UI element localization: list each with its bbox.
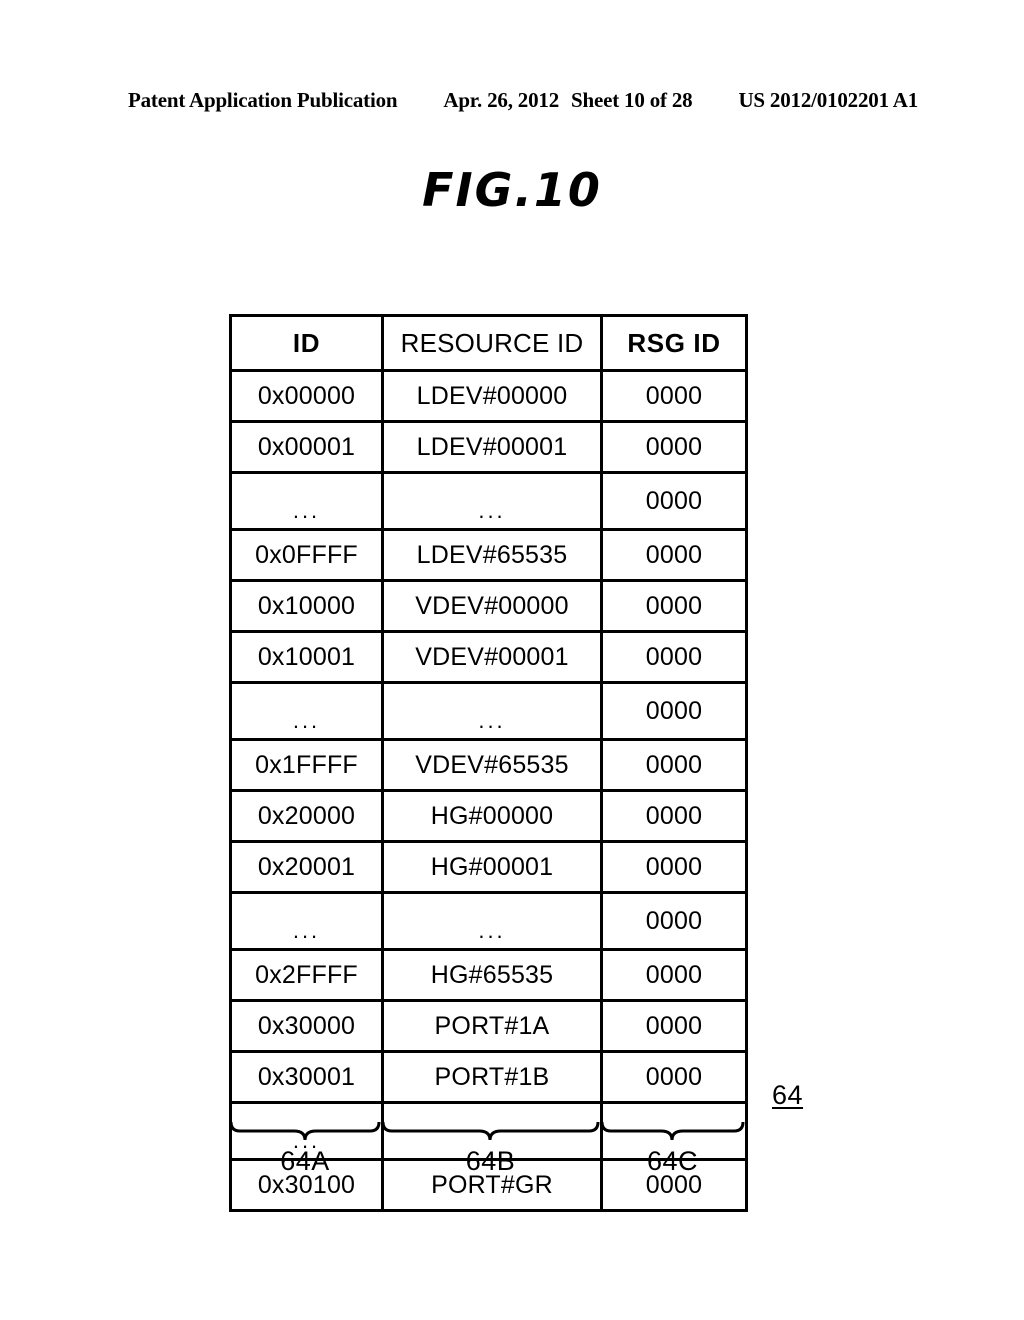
resource-mapping-table: ID RESOURCE ID RSG ID 0x00000 LDEV#00000 0… [229, 314, 748, 1212]
cell-id: ... [229, 471, 384, 531]
table-row: ...... 0000 [229, 471, 748, 531]
cell-resource-id: LDEV#00000 [381, 369, 603, 423]
cell-rsg-id: 0000 [600, 471, 748, 531]
cell-resource-id: HG#65535 [381, 948, 603, 1002]
cell-rsg-id: 0000 [600, 999, 748, 1053]
column-callouts: 64A 64B 64C [229, 1120, 745, 1177]
cell-id: 0x1FFFF [229, 738, 384, 792]
cell-rsg-id: 0000 [600, 738, 748, 792]
table-row: 0x0FFFF LDEV#65535 0000 [229, 528, 748, 582]
table-row: 0x00001 LDEV#00001 0000 [229, 420, 748, 474]
cell-id: 0x10000 [229, 579, 384, 633]
sheet-number: Sheet 10 of 28 [571, 88, 693, 112]
cell-id: 0x20001 [229, 840, 384, 894]
table-row: 0x10000 VDEV#00000 0000 [229, 579, 748, 633]
cell-rsg-id: 0000 [600, 681, 748, 741]
cell-id: ... [229, 681, 384, 741]
cell-resource-id: ... [381, 681, 603, 741]
cell-resource-id: PORT#1A [381, 999, 603, 1053]
cell-rsg-id: 0000 [600, 948, 748, 1002]
cell-id: 0x2FFFF [229, 948, 384, 1002]
cell-rsg-id: 0000 [600, 420, 748, 474]
cell-resource-id: HG#00001 [381, 840, 603, 894]
cell-id: ... [229, 891, 384, 951]
cell-id: 0x00001 [229, 420, 384, 474]
curly-brace-icon [600, 1120, 745, 1142]
page-header: Patent Application Publication Apr. 26, … [128, 88, 918, 113]
cell-resource-id: LDEV#65535 [381, 528, 603, 582]
column-header-resource-id: RESOURCE ID [381, 314, 603, 372]
cell-id: 0x30000 [229, 999, 384, 1053]
table-row: 0x1FFFF VDEV#65535 0000 [229, 738, 748, 792]
cell-rsg-id: 0000 [600, 891, 748, 951]
table-row: 0x10001 VDEV#00001 0000 [229, 630, 748, 684]
callout-group-64a: 64A [229, 1120, 381, 1177]
cell-resource-id: PORT#1B [381, 1050, 603, 1104]
cell-id: 0x20000 [229, 789, 384, 843]
cell-id: 0x10001 [229, 630, 384, 684]
cell-rsg-id: 0000 [600, 789, 748, 843]
column-header-rsg-id: RSG ID [600, 314, 748, 372]
cell-id: 0x0FFFF [229, 528, 384, 582]
cell-resource-id: VDEV#65535 [381, 738, 603, 792]
table-body: 0x00000 LDEV#00000 0000 0x00001 LDEV#00001 00… [229, 369, 748, 1212]
cell-resource-id: VDEV#00001 [381, 630, 603, 684]
cell-rsg-id: 0000 [600, 579, 748, 633]
callout-label-64b: 64B [465, 1146, 516, 1176]
table-header-row: ID RESOURCE ID RSG ID [229, 314, 748, 372]
callout-label-64a: 64A [280, 1146, 330, 1176]
table-row: 0x30000 PORT#1A 0000 [229, 999, 748, 1053]
table-row: ...... 0000 [229, 681, 748, 741]
callout-label-64c: 64C [646, 1146, 699, 1176]
reference-numeral-64: 64 [772, 1080, 804, 1110]
table-row: 0x2FFFF HG#65535 0000 [229, 948, 748, 1002]
patent-number: US 2012/0102201 A1 [738, 88, 919, 112]
publication-label: Patent Application Publication [128, 88, 398, 112]
callout-group-64b: 64B [381, 1120, 600, 1177]
column-header-id: ID [229, 314, 384, 372]
table-row: 0x00000 LDEV#00000 0000 [229, 369, 748, 423]
cell-resource-id: VDEV#00000 [381, 579, 603, 633]
cell-rsg-id: 0000 [600, 1050, 748, 1104]
callout-group-64c: 64C [600, 1120, 745, 1177]
cell-id: 0x00000 [229, 369, 384, 423]
table-header: ID RESOURCE ID RSG ID [229, 314, 748, 372]
cell-rsg-id: 0000 [600, 528, 748, 582]
cell-resource-id: LDEV#00001 [381, 420, 603, 474]
cell-rsg-id: 0000 [600, 630, 748, 684]
cell-rsg-id: 0000 [600, 840, 748, 894]
table-row: 0x20001 HG#00001 0000 [229, 840, 748, 894]
cell-id: 0x30001 [229, 1050, 384, 1104]
cell-resource-id: HG#00000 [381, 789, 603, 843]
table-row: ...... 0000 [229, 891, 748, 951]
curly-brace-icon [229, 1120, 381, 1142]
cell-resource-id: ... [381, 891, 603, 951]
curly-brace-icon [381, 1120, 600, 1142]
figure-title: FIG.10 [422, 163, 602, 217]
publication-date: Apr. 26, 2012 [443, 88, 559, 112]
table-row: 0x20000 HG#00000 0000 [229, 789, 748, 843]
cell-resource-id: ... [381, 471, 603, 531]
cell-rsg-id: 0000 [600, 369, 748, 423]
table-row: 0x30001 PORT#1B 0000 [229, 1050, 748, 1104]
